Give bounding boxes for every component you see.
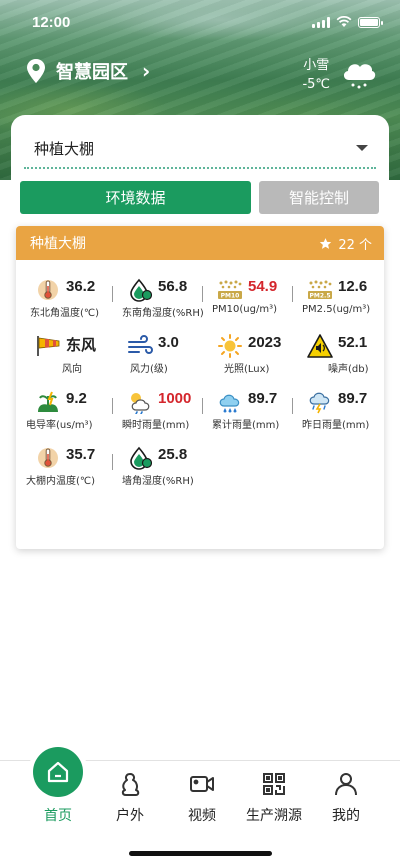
humidity-drop-icon bbox=[127, 446, 153, 470]
device-count: 22 个 bbox=[338, 237, 372, 253]
metric-total-rainfall: 89.7 累计雨量(mm) bbox=[198, 372, 290, 432]
metric-label: 大棚内温度(℃) bbox=[26, 476, 96, 487]
windsock-icon bbox=[35, 334, 61, 358]
metric-label: 昨日雨量(mm) bbox=[302, 420, 370, 431]
metric-value: 12.6 bbox=[338, 278, 368, 295]
metric-pm10: PM10 54.9 PM10(ug/m³) bbox=[198, 260, 290, 320]
metric-value: 54.9 bbox=[248, 278, 278, 295]
category-dropdown[interactable]: 种植大棚 bbox=[24, 129, 376, 169]
humidity-drop-icon bbox=[127, 278, 153, 302]
metric-value: 25.8 bbox=[158, 446, 188, 463]
user-icon bbox=[335, 773, 357, 796]
location-pin-icon bbox=[27, 59, 45, 83]
weather-temperature: -5℃ bbox=[302, 77, 330, 92]
weather-condition: 小雪 bbox=[303, 58, 330, 73]
metric-noise: 52.1 噪声(db) bbox=[288, 316, 380, 376]
nav-label: 我的 bbox=[332, 808, 360, 824]
metric-value: 9.2 bbox=[66, 390, 87, 407]
status-time: 12:00 bbox=[32, 13, 71, 31]
tab-environment-data[interactable]: 环境数据 bbox=[20, 181, 251, 214]
sun-rain-icon bbox=[127, 390, 153, 414]
battery-icon bbox=[358, 16, 383, 28]
rain-cloud-icon bbox=[217, 390, 243, 414]
outdoor-icon bbox=[121, 773, 140, 796]
star-icon bbox=[320, 237, 332, 249]
metric-label: PM2.5(ug/m³) bbox=[302, 304, 371, 315]
qr-code-icon bbox=[263, 773, 285, 795]
storm-cloud-icon bbox=[307, 390, 333, 414]
metric-value: 89.7 bbox=[248, 390, 278, 407]
weather-widget: 小雪 -5℃ bbox=[302, 56, 378, 94]
chevron-right-icon: › bbox=[142, 59, 151, 83]
thermometer-icon bbox=[35, 278, 61, 302]
status-bar: 12:00 bbox=[0, 0, 400, 44]
metric-value: 89.7 bbox=[338, 390, 368, 407]
metric-value: 52.1 bbox=[338, 334, 368, 351]
wifi-icon bbox=[336, 16, 352, 27]
metric-corner-humidity: 25.8 墙角湿度(%RH) bbox=[108, 428, 200, 488]
metric-value: 56.8 bbox=[158, 278, 188, 295]
home-icon bbox=[47, 761, 69, 783]
metric-value: 3.0 bbox=[158, 334, 179, 351]
card-header: 种植大棚 22 个 bbox=[16, 226, 384, 260]
location-name: 智慧园区 bbox=[56, 62, 128, 83]
conductivity-icon bbox=[35, 390, 61, 414]
wind-icon bbox=[127, 334, 153, 358]
home-indicator bbox=[129, 851, 272, 856]
metric-label: 累计雨量(mm) bbox=[212, 420, 280, 431]
bottom-navigation: 首页 户外 视频 生产溯源 我的 bbox=[0, 747, 400, 865]
metric-conductivity: 9.2 电导率(us/m³) bbox=[16, 372, 108, 432]
metric-wind-direction: 东风 风向 bbox=[16, 316, 108, 376]
caret-down-icon bbox=[356, 145, 368, 151]
tab-bar: 环境数据 智能控制 bbox=[20, 181, 379, 214]
sensor-data-card: 种植大棚 22 个 36.2 东北角温度(℃) 56.8 东南角湿度(%RH) … bbox=[16, 226, 384, 549]
metric-value: 1000 bbox=[158, 390, 192, 407]
metric-instant-rainfall: 1000 瞬时雨量(mm) bbox=[108, 372, 200, 432]
noise-warning-icon bbox=[307, 334, 333, 358]
metric-value: 2023 bbox=[248, 334, 282, 351]
sun-icon bbox=[217, 334, 243, 358]
dropdown-value: 种植大棚 bbox=[34, 139, 95, 158]
video-icon bbox=[190, 776, 214, 792]
metric-yesterday-rainfall: 89.7 昨日雨量(mm) bbox=[288, 372, 380, 432]
card-title: 种植大棚 bbox=[30, 236, 86, 252]
main-panel: 种植大棚 环境数据 智能控制 种植大棚 22 个 36.2 东北角温度(℃) 5… bbox=[11, 115, 389, 555]
divider bbox=[112, 398, 113, 414]
nav-label: 户外 bbox=[116, 808, 144, 824]
signal-icon bbox=[312, 16, 330, 28]
pm25-icon: PM2.5 bbox=[307, 278, 333, 302]
pm10-icon: PM10 bbox=[217, 278, 243, 302]
thermometer-icon bbox=[35, 446, 61, 470]
snow-cloud-icon bbox=[343, 64, 376, 89]
metric-wind-force: 3.0 风力(级) bbox=[108, 316, 200, 376]
nav-label: 生产溯源 bbox=[246, 808, 302, 824]
location-selector[interactable]: 智慧园区 › bbox=[26, 58, 150, 84]
metric-ne-temperature: 36.2 东北角温度(℃) bbox=[16, 260, 108, 320]
metric-value: 36.2 bbox=[66, 278, 96, 295]
metric-label: 墙角湿度(%RH) bbox=[122, 476, 194, 487]
svg-text:PM10: PM10 bbox=[221, 293, 240, 300]
metric-pm25: PM2.5 12.6 PM2.5(ug/m³) bbox=[288, 260, 380, 320]
svg-text:PM2.5: PM2.5 bbox=[310, 293, 331, 300]
nav-label: 首页 bbox=[44, 808, 72, 824]
nav-label: 视频 bbox=[188, 808, 216, 824]
metric-value: 东风 bbox=[66, 337, 97, 354]
metric-greenhouse-temperature: 35.7 大棚内温度(℃) bbox=[16, 428, 108, 488]
tab-smart-control[interactable]: 智能控制 bbox=[259, 181, 379, 214]
metric-value: 35.7 bbox=[66, 446, 96, 463]
metric-label: PM10(ug/m³) bbox=[212, 304, 277, 315]
metric-illumination: 2023 光照(Lux) bbox=[198, 316, 290, 376]
metric-se-humidity: 56.8 东南角湿度(%RH) bbox=[108, 260, 204, 320]
